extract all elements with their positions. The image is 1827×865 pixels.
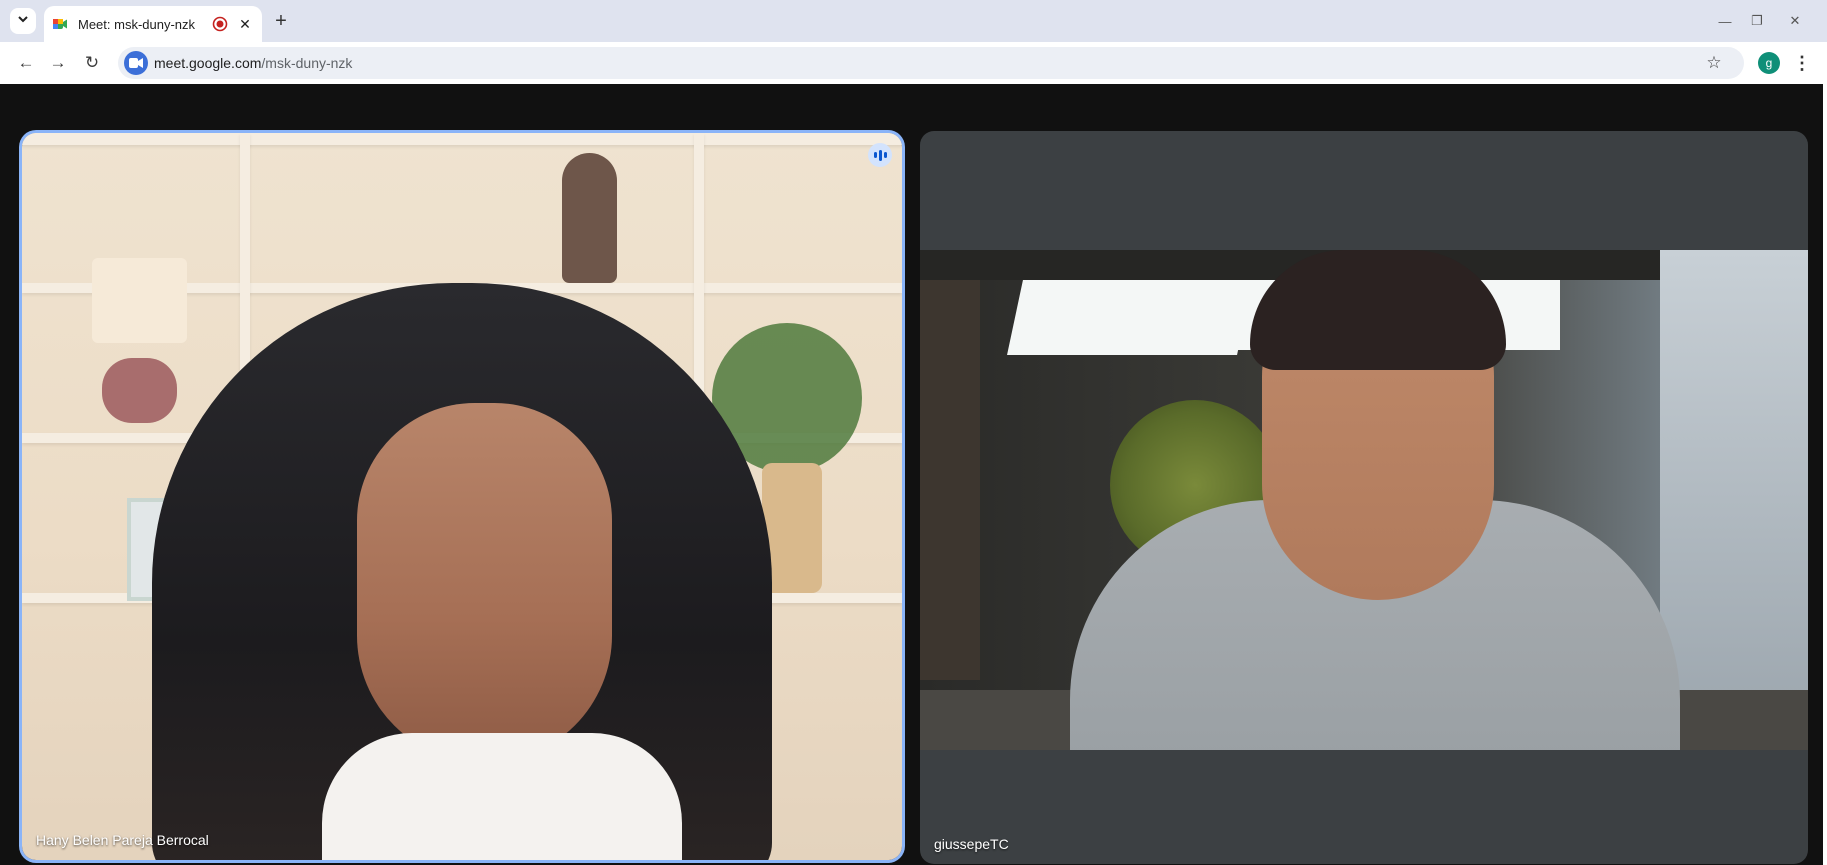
star-icon[interactable]: ☆ <box>1702 51 1726 75</box>
profile-avatar[interactable]: g <box>1758 52 1780 74</box>
address-bar[interactable]: meet.google.com/msk-duny-nzk ☆ <box>118 47 1744 79</box>
participant-hair <box>1250 250 1506 370</box>
participant-tile-1[interactable]: Hany Belen Pareja Berrocal <box>22 133 902 860</box>
browser-toolbar: ← → ↻ meet.google.com/msk-duny-nzk ☆ g ⋮ <box>0 42 1827 84</box>
recording-icon <box>212 16 228 32</box>
participant-name-2: giussepeTC <box>934 836 1009 852</box>
meet-stage: Hany Belen Pareja Berrocal giussepeTC <box>0 84 1823 865</box>
minimize-button[interactable]: — <box>1714 10 1736 32</box>
forward-icon[interactable]: → <box>46 51 70 75</box>
ceiling-light-1 <box>1007 280 1253 355</box>
plus-icon[interactable]: + <box>270 10 292 32</box>
back-icon[interactable]: ← <box>14 51 38 75</box>
window-edge <box>1823 42 1827 865</box>
vase <box>562 153 617 283</box>
tab-title: Meet: msk-duny-nzk <box>78 16 196 32</box>
lamp-base <box>102 358 177 423</box>
stone-wall <box>920 280 980 680</box>
participant-face <box>357 403 612 763</box>
close-window-button[interactable]: ✕ <box>1784 10 1806 32</box>
lamp-shade <box>92 258 187 343</box>
restore-button[interactable]: ❐ <box>1746 10 1768 32</box>
tab-meet[interactable]: Meet: msk-duny-nzk ✕ <box>44 6 262 42</box>
url-text: meet.google.com/msk-duny-nzk <box>154 55 352 71</box>
url-host: meet.google.com <box>154 55 262 71</box>
participant-shirt <box>322 733 682 860</box>
meet-site-icon[interactable] <box>124 51 148 75</box>
close-icon[interactable]: ✕ <box>236 15 254 33</box>
kebab-menu-icon[interactable]: ⋮ <box>1792 51 1812 75</box>
meet-favicon-icon <box>52 16 68 32</box>
url-path: /msk-duny-nzk <box>261 55 353 71</box>
shelf-top <box>22 133 902 145</box>
audio-speaking-icon <box>868 143 892 167</box>
participant-name-1: Hany Belen Pareja Berrocal <box>36 832 209 848</box>
tab-list-button[interactable] <box>10 8 36 34</box>
window-view <box>1660 250 1808 750</box>
tab-list-icon <box>17 12 29 30</box>
reload-icon[interactable]: ↻ <box>80 51 104 75</box>
participant-tile-2[interactable]: giussepeTC <box>920 131 1808 864</box>
video-feed-1 <box>22 133 902 860</box>
video-feed-2 <box>920 250 1808 750</box>
tab-bar: Meet: msk-duny-nzk ✕ + — ❐ ✕ <box>0 0 1827 42</box>
